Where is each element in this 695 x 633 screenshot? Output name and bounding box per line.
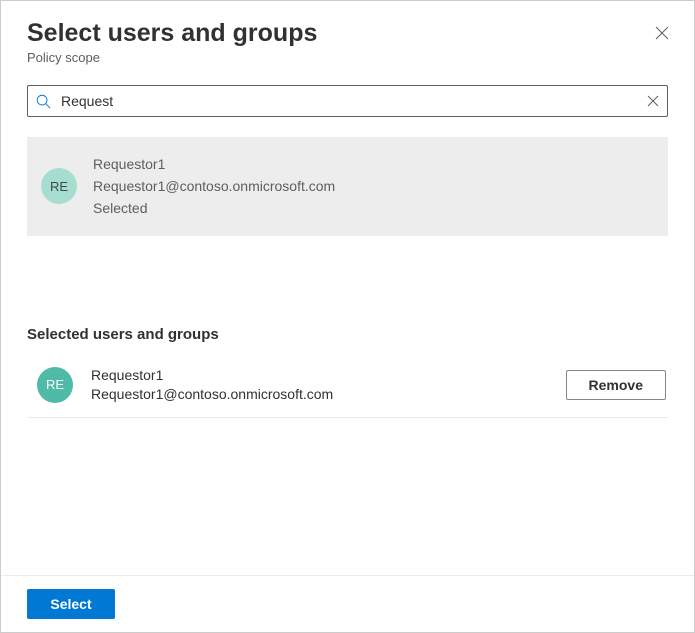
result-text: Requestor1 Requestor1@contoso.onmicrosof…	[93, 155, 335, 218]
result-status: Selected	[93, 199, 335, 217]
close-icon	[655, 26, 669, 40]
avatar: RE	[37, 367, 73, 403]
close-button[interactable]	[652, 23, 672, 43]
search-results: RE Requestor1 Requestor1@contoso.onmicro…	[27, 137, 668, 236]
panel-header: Select users and groups Policy scope	[1, 1, 694, 75]
result-email: Requestor1@contoso.onmicrosoft.com	[93, 177, 335, 195]
selected-text: Requestor1 Requestor1@contoso.onmicrosof…	[91, 367, 548, 402]
search-icon	[36, 94, 51, 109]
avatar: RE	[41, 168, 77, 204]
selected-item: RE Requestor1 Requestor1@contoso.onmicro…	[27, 361, 668, 418]
panel-footer: Select	[1, 575, 694, 632]
panel-title: Select users and groups	[27, 19, 668, 48]
search-box[interactable]	[27, 85, 668, 117]
result-name: Requestor1	[93, 155, 335, 173]
panel-body: RE Requestor1 Requestor1@contoso.onmicro…	[1, 75, 694, 575]
search-input[interactable]	[59, 92, 639, 110]
remove-button[interactable]: Remove	[566, 370, 666, 400]
panel-subtitle: Policy scope	[27, 50, 668, 65]
selected-heading: Selected users and groups	[27, 326, 668, 343]
select-users-panel: Select users and groups Policy scope	[0, 0, 695, 633]
select-button[interactable]: Select	[27, 589, 115, 619]
selected-email: Requestor1@contoso.onmicrosoft.com	[91, 386, 548, 402]
search-result-item[interactable]: RE Requestor1 Requestor1@contoso.onmicro…	[27, 137, 668, 236]
clear-search-button[interactable]	[647, 95, 659, 107]
clear-icon	[647, 95, 659, 107]
selected-name: Requestor1	[91, 367, 548, 383]
